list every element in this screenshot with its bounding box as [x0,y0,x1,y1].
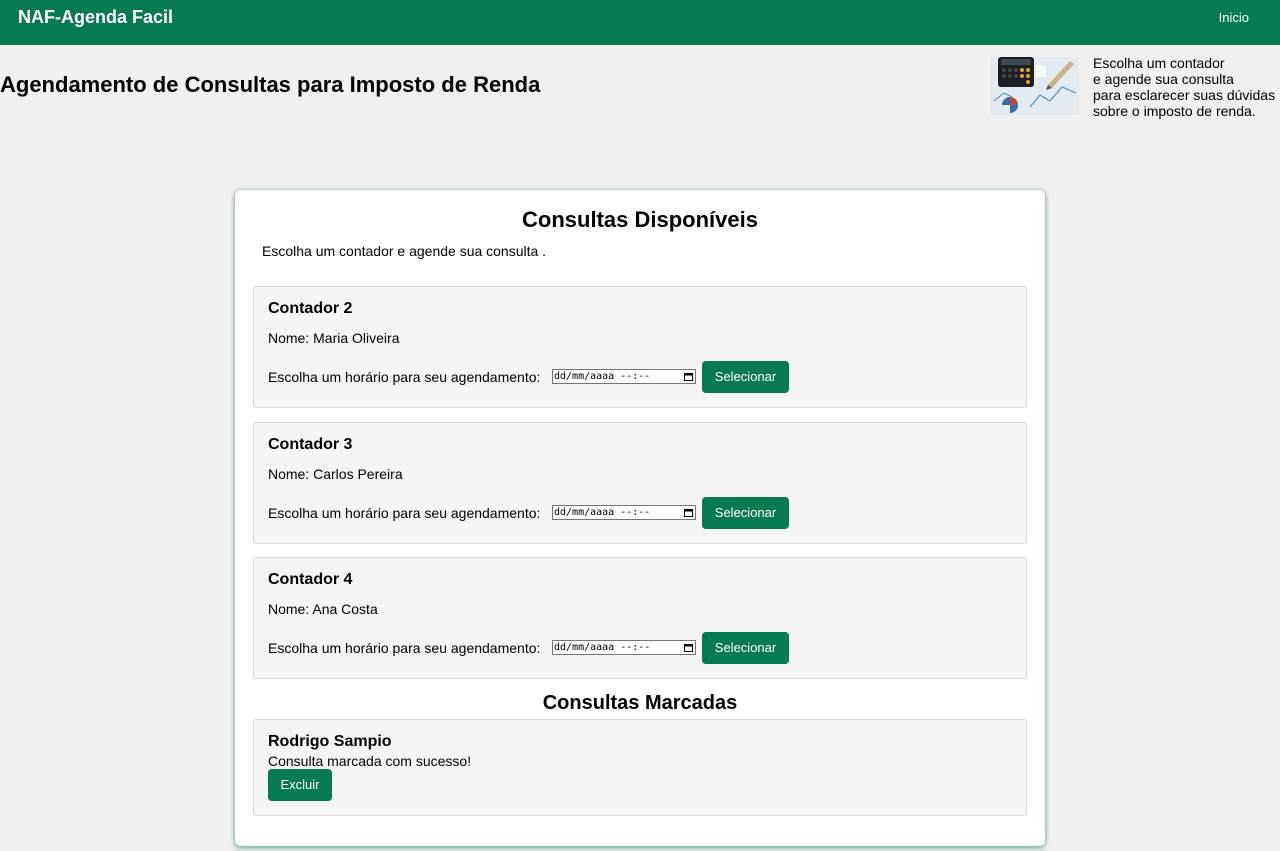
nav-link-inicio[interactable]: Inicio [1219,10,1249,25]
schedule-label: Escolha um horário para seu agendamento: [268,505,541,521]
datetime-placeholder: dd/mm/aaaa --:-- [554,642,651,653]
accountant-title: Contador 3 [268,436,353,453]
booked-section-title: Consultas Marcadas [542,692,738,714]
accountant-panel: Contador 2 Nome: Maria Oliveira Escolha … [253,286,1027,408]
consultas-card: Consultas Disponíveis Escolha um contado… [235,190,1045,846]
accountant-name: Nome: Maria Oliveira [268,330,400,346]
accountant-title: Contador 2 [268,300,353,317]
accountant-title: Contador 4 [268,571,353,588]
accountant-panel: Contador 4 Nome: Ana Costa Escolha um ho… [253,557,1027,679]
booked-client-name: Rodrigo Sampio [268,733,392,750]
page-title: Agendamento de Consultas para Imposto de… [0,72,541,97]
hero-line: Escolha um contador [1093,55,1225,71]
available-section-title: Consultas Disponíveis [522,207,758,232]
datetime-input[interactable]: dd/mm/aaaa --:-- [552,505,696,520]
select-button[interactable]: Selecionar [702,632,789,664]
top-navbar: NAF-Agenda Facil Inicio [0,0,1280,45]
hero-illustration [990,57,1079,115]
calendar-icon[interactable] [684,643,693,652]
schedule-label: Escolha um horário para seu agendamento: [268,369,541,385]
booked-success-message: Consulta marcada com sucesso! [268,753,472,769]
datetime-input[interactable]: dd/mm/aaaa --:-- [552,640,696,655]
select-button[interactable]: Selecionar [702,497,789,529]
available-intro: Escolha um contador e agende sua consult… [262,243,547,259]
calendar-icon[interactable] [684,508,693,517]
accountant-panel: Contador 3 Nome: Carlos Pereira Escolha … [253,422,1027,544]
hero-text: Escolha um contador e agende sua consult… [1093,55,1275,119]
brand-title[interactable]: NAF-Agenda Facil [18,7,173,28]
calendar-icon[interactable] [684,372,693,381]
hero-line: sobre o imposto de renda. [1093,103,1256,119]
select-button[interactable]: Selecionar [702,361,789,393]
hero-line: para esclarecer suas dúvidas [1093,87,1276,103]
hero-line: e agende sua consulta [1093,71,1234,87]
booked-appointment-panel: Rodrigo Sampio Consulta marcada com suce… [253,719,1027,816]
accountant-name: Nome: Carlos Pereira [268,466,403,482]
datetime-input[interactable]: dd/mm/aaaa --:-- [552,369,696,384]
datetime-placeholder: dd/mm/aaaa --:-- [554,507,651,518]
delete-button[interactable]: Excluir [268,769,332,801]
schedule-label: Escolha um horário para seu agendamento: [268,640,541,656]
datetime-placeholder: dd/mm/aaaa --:-- [554,371,651,382]
accountant-name: Nome: Ana Costa [268,601,378,617]
